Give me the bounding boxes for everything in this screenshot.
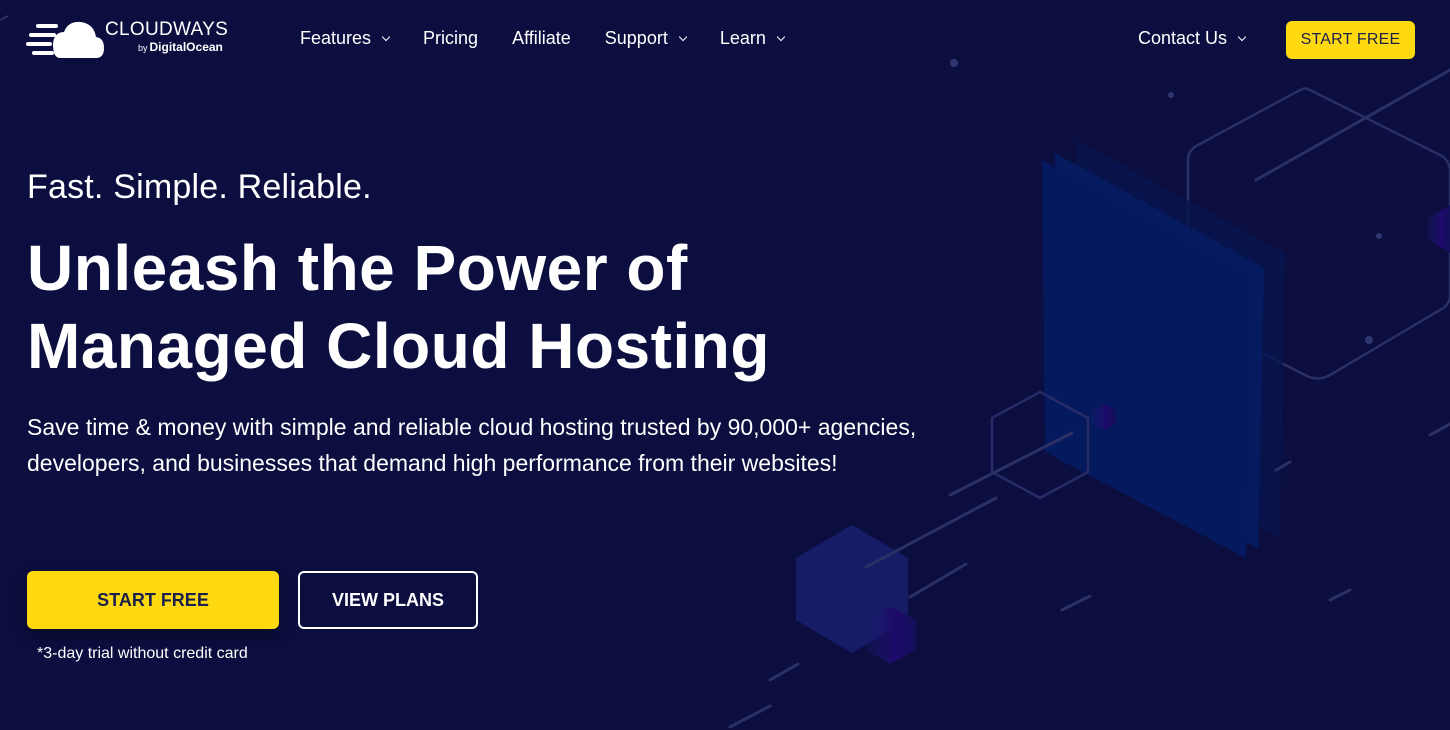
nav-item-features[interactable]: Features xyxy=(300,28,391,49)
nav-item-pricing[interactable]: Pricing xyxy=(423,28,478,49)
contact-us-menu[interactable]: Contact Us xyxy=(1138,28,1247,49)
chevron-down-icon xyxy=(381,32,391,41)
hero-tagline: Fast. Simple. Reliable. xyxy=(27,168,372,206)
hero-section: Fast. Simple. Reliable. Unleash the Powe… xyxy=(27,168,947,481)
hero-headline: Unleash the Power of Managed Cloud Hosti… xyxy=(27,232,770,382)
brand-name: CLOUDWAYS xyxy=(105,19,229,40)
nav-item-learn[interactable]: Learn xyxy=(720,28,786,49)
site-header: CLOUDWAYS by DigitalOcean Features Pricin… xyxy=(0,0,1450,80)
edge-hexagon xyxy=(1428,205,1450,253)
nav-item-affiliate[interactable]: Affiliate xyxy=(512,28,571,49)
trial-note: *3-day trial without credit card xyxy=(37,645,248,662)
brand-parent: by DigitalOcean xyxy=(138,40,223,54)
main-nav: Features Pricing Affiliate Support Learn xyxy=(300,28,818,49)
view-plans-button[interactable]: VIEW PLANS xyxy=(298,571,478,629)
chevron-down-icon xyxy=(776,32,786,41)
cloud-logo-icon xyxy=(26,21,104,59)
start-free-button[interactable]: START FREE xyxy=(27,571,279,629)
header-start-free-button[interactable]: START FREE xyxy=(1286,21,1415,59)
hero-cta-row: START FREE VIEW PLANS xyxy=(27,571,478,629)
cloudways-logo[interactable]: CLOUDWAYS by DigitalOcean xyxy=(26,18,236,60)
chevron-down-icon xyxy=(1237,32,1247,41)
hero-description: Save time & money with simple and reliab… xyxy=(27,414,917,476)
nav-item-support[interactable]: Support xyxy=(605,28,688,49)
chevron-down-icon xyxy=(678,32,688,41)
